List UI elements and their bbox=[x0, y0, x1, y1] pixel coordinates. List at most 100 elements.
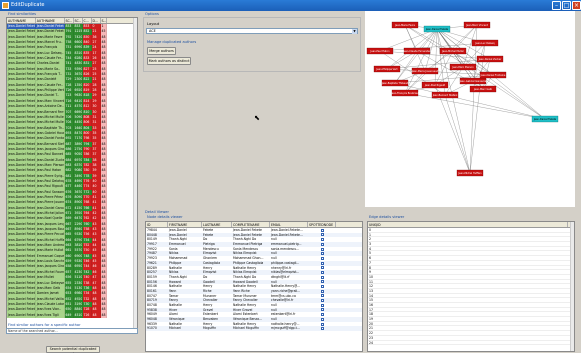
table-cell: mjmcguff@dgp.t... bbox=[271, 326, 300, 331]
similarities-scrollbar[interactable] bbox=[133, 18, 137, 332]
spotted-checkbox[interactable] bbox=[321, 228, 324, 232]
column-header[interactable]: AUTHNAME bbox=[36, 18, 65, 23]
author-graph[interactable]: Jean-Daniel Fekete Jean-Marie Favre Jean-M… bbox=[365, 11, 575, 207]
graph-node[interactable]: Jean-Daniel Fontaine bbox=[480, 71, 507, 79]
author-search-input[interactable]: Name of the searched author... bbox=[6, 328, 138, 334]
table-row[interactable]: 91070 Michael Mcguffin Michael Mcguffin mjmc… bbox=[146, 326, 362, 332]
spotted-checkbox[interactable] bbox=[321, 280, 324, 284]
table-cell: 649 bbox=[64, 312, 74, 318]
spotted-checkbox[interactable] bbox=[321, 238, 324, 242]
graph-node-label: Jean-Claude Fernandez bbox=[402, 50, 431, 53]
node-details-table[interactable]: ID FIRSTNAME LASTNAME COMPLETENAME EMAIL SPOT… bbox=[145, 221, 363, 352]
graph-node[interactable]: Jean-Marc Geib bbox=[469, 85, 497, 93]
similarities-table[interactable]: AUTHNAME AUTHNAME SC.. SC.. C... D... S... Jea… bbox=[6, 17, 138, 333]
spotted-cell bbox=[308, 326, 336, 331]
graph-node[interactable]: Jean-Michel Hufflen bbox=[456, 169, 484, 177]
graph-node[interactable]: Jean-Daniel Fekete bbox=[423, 25, 451, 33]
table-cell: 16 bbox=[369, 303, 373, 307]
column-header[interactable]: AUTHNAME bbox=[7, 18, 36, 23]
table-cell: Michael bbox=[169, 326, 181, 331]
table-row[interactable]: Jean-Daniel Fekete Jean-Yves Tigli 649 4510… bbox=[7, 312, 137, 318]
column-header[interactable]: ID bbox=[146, 222, 168, 227]
table-cell: Mcguffin bbox=[203, 326, 217, 331]
spotted-checkbox[interactable] bbox=[321, 317, 324, 321]
merge-authors-button[interactable]: Merge authors bbox=[147, 47, 176, 55]
spotted-checkbox[interactable] bbox=[321, 285, 324, 289]
column-header[interactable]: SPOTTEDNODE bbox=[308, 222, 336, 227]
table-cell: Jean-Daniel Fekete bbox=[7, 312, 36, 318]
spotted-checkbox[interactable] bbox=[321, 270, 324, 274]
maximize-button[interactable]: □ bbox=[562, 1, 571, 10]
options-title: Options bbox=[145, 12, 159, 16]
graph-node[interactable]: Jean-Paul Haton bbox=[366, 47, 394, 55]
graph-node[interactable]: Jean-Daniel Fekete bbox=[531, 115, 559, 123]
minimize-button[interactable]: – bbox=[552, 1, 561, 10]
graph-node[interactable]: Jean-Pierre Jouannaud bbox=[411, 67, 439, 75]
edge-details-table[interactable]: UNIQID 0 1 2 3 4 5 6 7 8 9 10 11 12 13 14 15 16 17 18 19 20 2… bbox=[367, 221, 575, 352]
graph-node[interactable]: Jean-Michel Muller bbox=[439, 47, 467, 55]
table-cell: 21 bbox=[369, 326, 373, 331]
search-duplicates-button[interactable]: Search potential duplicated nodes bbox=[46, 346, 100, 353]
spotted-checkbox[interactable] bbox=[321, 266, 324, 270]
graph-node[interactable]: Jean-François Boulicaut bbox=[390, 89, 419, 97]
spotted-checkbox[interactable] bbox=[321, 313, 324, 317]
column-header[interactable]: LASTNAME bbox=[202, 222, 232, 227]
graph-view[interactable]: Jean-Daniel Fekete Jean-Marie Favre Jean-M… bbox=[365, 11, 575, 207]
column-header[interactable]: EMAIL bbox=[270, 222, 308, 227]
graph-node[interactable]: Jean-Philippe Vert bbox=[373, 65, 401, 73]
column-header[interactable]: SC.. bbox=[74, 18, 83, 23]
graph-node[interactable]: Jean-Marc Pierson bbox=[449, 63, 477, 71]
find-similarities-title: Find similarities bbox=[8, 12, 37, 16]
column-header[interactable]: UNIQID bbox=[368, 222, 568, 227]
graph-node[interactable]: Jean-Claude Fernandez bbox=[402, 47, 431, 55]
spotted-checkbox[interactable] bbox=[321, 322, 324, 326]
graph-node[interactable]: Jean-Daniel Zucker bbox=[476, 55, 504, 63]
graph-node-label: Jean-François Boulicaut bbox=[390, 92, 419, 95]
column-header[interactable]: COMPLETENAME bbox=[232, 222, 270, 227]
layout-select[interactable]: ACE ▼ bbox=[146, 28, 358, 34]
spotted-checkbox[interactable] bbox=[321, 303, 324, 307]
graph-node[interactable]: Jean-Paul Rigault bbox=[421, 81, 449, 89]
table-cell: 6 bbox=[369, 256, 371, 260]
edge-details-title: Edge details viewer bbox=[369, 215, 405, 219]
table-cell: 4510 bbox=[73, 312, 83, 318]
spotted-checkbox[interactable] bbox=[321, 275, 324, 279]
table-cell: 3 bbox=[369, 242, 371, 246]
graph-node-label: Jean-Daniel Fontaine bbox=[480, 74, 506, 77]
column-header[interactable]: D... bbox=[92, 18, 101, 23]
close-button[interactable]: × bbox=[572, 1, 581, 10]
spotted-checkbox[interactable] bbox=[321, 247, 324, 251]
column-header[interactable]: SC.. bbox=[65, 18, 74, 23]
column-header[interactable]: FIRSTNAME bbox=[168, 222, 202, 227]
spotted-checkbox[interactable] bbox=[321, 308, 324, 312]
column-header[interactable]: C... bbox=[83, 18, 92, 23]
spotted-checkbox[interactable] bbox=[321, 252, 324, 256]
mark-distinct-button[interactable]: Mark authors as distinct bbox=[147, 57, 191, 65]
chevron-down-icon: ▼ bbox=[352, 29, 357, 34]
spotted-checkbox[interactable] bbox=[321, 289, 324, 293]
column-header[interactable]: S... bbox=[101, 18, 107, 23]
spotted-checkbox[interactable] bbox=[321, 299, 324, 303]
graph-node-label: Jean-Daniel Fekete bbox=[533, 118, 557, 121]
graph-node[interactable]: Jean-Bernard Stefani bbox=[432, 91, 459, 99]
graph-node[interactable]: Jean-Marc Vincent bbox=[463, 21, 491, 29]
table-cell: 19 bbox=[369, 317, 373, 321]
spotted-checkbox[interactable] bbox=[321, 327, 324, 331]
table-cell: 14 bbox=[369, 293, 373, 298]
table-cell: 48 bbox=[100, 312, 107, 318]
table-cell: 11 bbox=[369, 279, 373, 284]
edge-scrollbar[interactable] bbox=[570, 222, 574, 351]
graph-node-label: Jean-Baptiste Thibaud bbox=[381, 82, 409, 85]
spotted-checkbox[interactable] bbox=[321, 294, 324, 298]
spotted-checkbox[interactable] bbox=[321, 242, 324, 246]
table-cell: 5 bbox=[369, 251, 371, 256]
graph-node[interactable]: Jean-Marie Favre bbox=[391, 21, 419, 29]
graph-node[interactable]: Jean-Gabriel Ganascia bbox=[459, 77, 487, 85]
graph-node[interactable]: Jean-Baptiste Thibaud bbox=[381, 79, 409, 87]
spotted-checkbox[interactable] bbox=[321, 256, 324, 260]
spotted-checkbox[interactable] bbox=[321, 233, 324, 237]
graph-node[interactable]: Jean-Luc Delseq bbox=[471, 39, 499, 47]
table-row[interactable]: 24 bbox=[368, 341, 574, 346]
table-cell: 10 bbox=[369, 274, 373, 279]
spotted-checkbox[interactable] bbox=[321, 261, 324, 265]
